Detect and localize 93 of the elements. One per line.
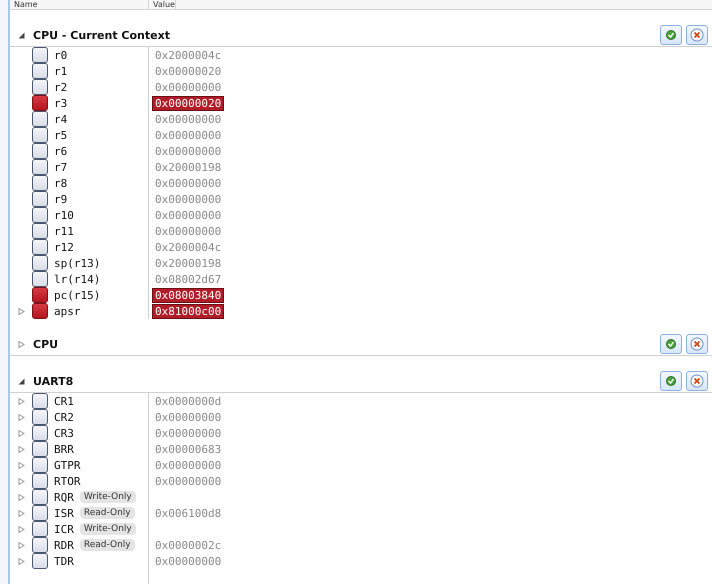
register-value: 0x81000c00: [152, 304, 224, 318]
register-name: BRR: [54, 442, 74, 456]
expand-icon[interactable]: [18, 494, 25, 500]
register-value: 0x00000000: [154, 176, 222, 190]
apply-button[interactable]: [660, 334, 682, 354]
register-value: 0x00000000: [154, 112, 222, 126]
close-button[interactable]: [686, 25, 708, 45]
register-name: CR2: [54, 410, 74, 424]
register-name: ICR: [54, 522, 74, 536]
register-name: ISR: [54, 506, 74, 520]
apply-button[interactable]: [660, 25, 682, 45]
register-value: 0x08002d67: [154, 272, 222, 286]
close-icon: [690, 374, 704, 388]
confirm-icon: [665, 375, 677, 387]
register-name: TDR: [54, 554, 74, 568]
register-name: r11: [54, 224, 74, 238]
section-title: CPU: [33, 338, 60, 350]
expand-icon[interactable]: [18, 558, 25, 564]
register-name: pc(r15): [54, 288, 100, 302]
access-tag: Read-Only: [80, 539, 135, 551]
expand-icon[interactable]: [18, 308, 25, 314]
register-name: r4: [54, 112, 68, 126]
expand-icon[interactable]: [18, 542, 25, 548]
register-value: 0x00000000: [154, 458, 222, 472]
close-button[interactable]: [686, 334, 708, 354]
register-value: 0x00000000: [154, 208, 222, 222]
register-value: 0x00000020: [152, 96, 224, 110]
close-icon: [690, 28, 704, 42]
register-value: 0x0000000d: [154, 394, 222, 408]
register-value: 0x00000000: [154, 474, 222, 488]
confirm-icon: [665, 29, 677, 41]
apply-button[interactable]: [660, 371, 682, 391]
register-value: 0x2000004c: [154, 240, 222, 254]
register-name: r1: [54, 64, 68, 78]
expand-icon[interactable]: [18, 446, 25, 452]
register-value: 0x00000000: [154, 410, 222, 424]
expand-icon[interactable]: [18, 462, 25, 468]
register-name: GTPR: [54, 458, 80, 472]
register-value: 0x006100d8: [154, 506, 222, 520]
section-header[interactable]: CPU: [10, 333, 712, 356]
collapse-icon[interactable]: [18, 32, 25, 38]
register-value: 0x00000000: [154, 192, 222, 206]
register-name: lr(r14): [54, 272, 100, 286]
register-name: sp(r13): [54, 256, 100, 270]
close-icon: [690, 337, 704, 351]
access-tag: Write-Only: [80, 491, 136, 503]
register-value: 0x00000000: [154, 80, 222, 94]
register-value: 0x2000004c: [154, 48, 222, 62]
expand-icon[interactable]: [18, 398, 25, 404]
register-value: 0x00000683: [154, 442, 222, 456]
section-header[interactable]: CPU - Current Context: [10, 24, 712, 47]
confirm-icon: [665, 338, 677, 350]
register-name: RTOR: [54, 474, 80, 488]
access-tag: Write-Only: [80, 523, 136, 535]
column-header[interactable]: Name: [10, 0, 149, 9]
collapse-icon[interactable]: [18, 378, 25, 384]
register-name: r10: [54, 208, 74, 222]
expand-icon[interactable]: [18, 414, 25, 420]
register-value: 0x00000020: [154, 64, 222, 78]
expand-icon[interactable]: [18, 526, 25, 532]
register-value: 0x20000198: [154, 256, 222, 270]
expand-icon[interactable]: [18, 510, 25, 516]
expand-icon[interactable]: [18, 340, 25, 348]
register-name: RDR: [54, 538, 74, 552]
register-name: r7: [54, 160, 68, 174]
access-tag: Read-Only: [80, 507, 135, 519]
register-name: r9: [54, 192, 68, 206]
register-name: CR1: [54, 394, 74, 408]
register-name: r2: [54, 80, 68, 94]
section-title: UART8: [33, 374, 74, 388]
register-value: 0x00000000: [154, 426, 222, 440]
register-value: 0x20000198: [154, 160, 222, 174]
section-title: CPU - Current Context: [33, 28, 171, 42]
register-name: r3: [54, 96, 68, 110]
expand-icon[interactable]: [18, 430, 25, 436]
register-value: 0x00000000: [154, 554, 222, 568]
register-value: 0x0000002c: [154, 538, 222, 552]
register-value: 0x00000000: [154, 224, 222, 238]
section-header[interactable]: UART8: [10, 370, 712, 393]
register-name: CR3: [54, 426, 74, 440]
register-name: r0: [54, 48, 68, 62]
close-button[interactable]: [686, 371, 708, 391]
register-name: r8: [54, 176, 68, 190]
register-value: 0x00000000: [154, 128, 222, 142]
register-name: r5: [54, 128, 68, 142]
column-header[interactable]: Value: [149, 0, 176, 9]
register-value: 0x00000000: [154, 144, 222, 158]
register-name: RQR: [54, 490, 74, 504]
register-value: 0x08003840: [152, 288, 224, 302]
expand-icon[interactable]: [18, 478, 25, 484]
register-name: apsr: [54, 304, 80, 318]
register-name: r6: [54, 144, 68, 158]
register-name: r12: [54, 240, 74, 254]
